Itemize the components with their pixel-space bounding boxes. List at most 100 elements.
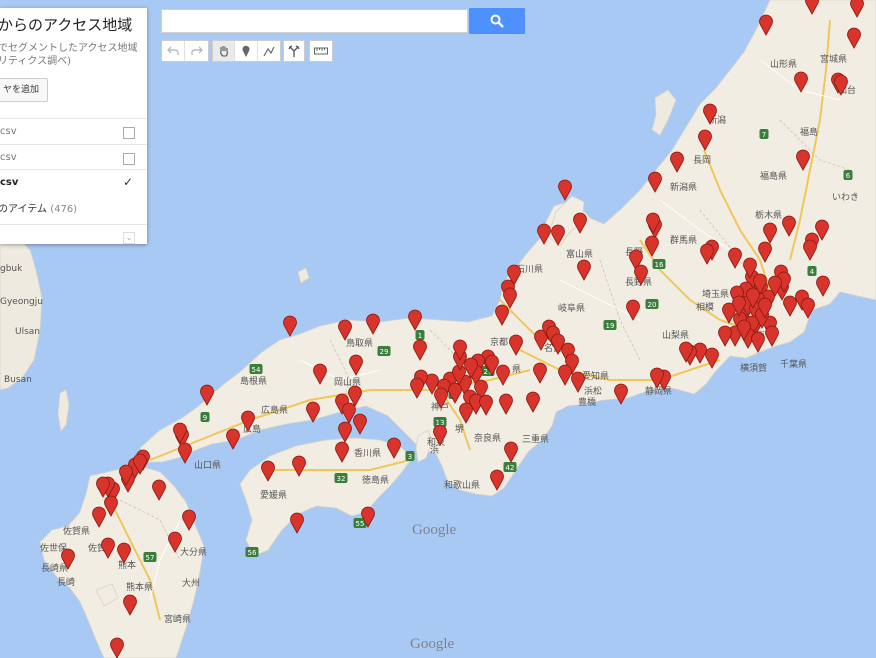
route-shield: 4 bbox=[807, 266, 817, 276]
svg-text:56: 56 bbox=[248, 549, 257, 557]
place-label: 千葉県 bbox=[780, 358, 807, 370]
place-label: 横須賀 bbox=[740, 362, 767, 374]
google-watermark: Google bbox=[410, 636, 455, 652]
search-button[interactable] bbox=[469, 8, 525, 34]
place-label: 香川県 bbox=[354, 448, 381, 459]
route-shield: 19 bbox=[603, 320, 617, 330]
layer-items-link[interactable]: のアイテム (476) bbox=[0, 200, 77, 215]
measure-button[interactable] bbox=[310, 41, 332, 61]
svg-text:29: 29 bbox=[380, 348, 389, 356]
layer-checkbox-3[interactable]: ✓ bbox=[123, 176, 133, 188]
layer-checkbox-1[interactable] bbox=[123, 127, 135, 139]
place-label: 新潟県 bbox=[670, 181, 697, 193]
place-label: 大州 bbox=[182, 577, 200, 589]
route-shield: 42 bbox=[503, 462, 517, 472]
ruler-icon bbox=[314, 47, 328, 55]
divider bbox=[0, 224, 147, 225]
map-description[interactable]: でセグメントしたアクセス地域 リティクス調べ) bbox=[0, 42, 138, 68]
route-shield: 56 bbox=[245, 547, 259, 557]
undo-icon bbox=[167, 46, 179, 55]
svg-text:20: 20 bbox=[648, 301, 657, 309]
route-shield: 1 bbox=[415, 330, 425, 340]
svg-text:3: 3 bbox=[408, 453, 412, 461]
add-layer-button[interactable]: ヤを追加 bbox=[0, 78, 49, 102]
map-title[interactable]: からのアクセス地域 bbox=[0, 14, 132, 35]
layer-name-3[interactable]: csv bbox=[0, 177, 18, 188]
place-label: 広島県 bbox=[261, 404, 288, 416]
place-label: 浜 bbox=[430, 445, 439, 456]
place-label: 相模 bbox=[696, 301, 714, 313]
place-label: いわき bbox=[832, 192, 859, 203]
place-label: 浜松 bbox=[584, 385, 602, 397]
add-marker-button[interactable] bbox=[235, 41, 258, 61]
svg-text:6: 6 bbox=[846, 172, 851, 180]
place-label: Busan bbox=[4, 375, 32, 385]
place-label: 埼玉県 bbox=[702, 288, 729, 300]
route-shield: 20 bbox=[645, 299, 659, 309]
hand-icon bbox=[219, 46, 228, 57]
drawing-tools-group bbox=[212, 40, 281, 62]
route-shield: 32 bbox=[334, 473, 348, 483]
place-label: 豊橋 bbox=[578, 396, 596, 408]
search-box bbox=[161, 9, 468, 33]
place-label: 宮崎県 bbox=[164, 613, 191, 625]
place-label: 愛知県 bbox=[582, 370, 609, 382]
directions-group bbox=[283, 40, 305, 62]
svg-text:19: 19 bbox=[606, 322, 615, 330]
place-label: 佐賀県 bbox=[63, 525, 90, 537]
redo-button[interactable] bbox=[185, 41, 208, 61]
divider bbox=[0, 118, 147, 119]
place-label: 堺 bbox=[455, 423, 464, 435]
svg-text:32: 32 bbox=[337, 475, 346, 483]
items-label: のアイテム bbox=[0, 204, 47, 215]
add-directions-button[interactable] bbox=[284, 41, 304, 61]
place-label: 群馬県 bbox=[670, 234, 697, 246]
search-input[interactable] bbox=[162, 10, 467, 32]
layer-name-1[interactable]: csv bbox=[0, 126, 17, 137]
layers-panel: からのアクセス地域 でセグメントしたアクセス地域 リティクス調べ) ヤを追加 c… bbox=[0, 8, 147, 244]
place-label: 長崎 bbox=[57, 576, 75, 588]
place-label: gbuk bbox=[0, 264, 23, 274]
place-label: 島根県 bbox=[240, 375, 267, 387]
svg-text:4: 4 bbox=[810, 268, 815, 276]
svg-text:16: 16 bbox=[655, 261, 664, 269]
marker-icon bbox=[242, 45, 250, 57]
draw-line-button[interactable] bbox=[258, 41, 280, 61]
route-shield: 6 bbox=[843, 170, 853, 180]
route-shield: 16 bbox=[652, 259, 666, 269]
place-label: 福島 bbox=[800, 126, 818, 138]
measure-group bbox=[309, 40, 333, 62]
place-label: 福島県 bbox=[760, 170, 787, 182]
place-label: Gyeongju bbox=[0, 297, 43, 307]
layer-checkbox-2[interactable] bbox=[123, 153, 135, 165]
place-label: 栃木県 bbox=[755, 209, 782, 221]
place-label: 徳島県 bbox=[362, 474, 389, 486]
pan-tool-button[interactable] bbox=[213, 41, 236, 61]
route-shield: 7 bbox=[759, 129, 769, 139]
chevron-down-icon[interactable]: ⌄ bbox=[123, 232, 135, 244]
route-shield: 9 bbox=[200, 412, 210, 422]
place-label: 和歌山県 bbox=[444, 479, 480, 491]
place-label: 三重県 bbox=[522, 433, 549, 445]
place-label: 県 bbox=[512, 364, 521, 375]
undo-button[interactable] bbox=[162, 41, 186, 61]
description-line-2: リティクス調べ) bbox=[0, 56, 72, 67]
place-label: 山梨県 bbox=[662, 329, 689, 341]
svg-text:1: 1 bbox=[418, 332, 422, 340]
place-label: 愛媛県 bbox=[260, 489, 287, 501]
place-label: 岐阜県 bbox=[558, 302, 585, 314]
search-icon bbox=[490, 14, 504, 28]
place-label: 長崎県 bbox=[41, 562, 68, 574]
items-count: (476) bbox=[50, 204, 78, 215]
svg-text:9: 9 bbox=[203, 414, 207, 422]
divider bbox=[0, 144, 147, 145]
place-label: 静岡県 bbox=[645, 385, 672, 397]
place-label: 山口県 bbox=[194, 460, 221, 471]
svg-text:55: 55 bbox=[356, 520, 365, 528]
place-label: 熊本県 bbox=[126, 581, 153, 593]
layer-name-2[interactable]: csv bbox=[0, 152, 17, 163]
place-label: 長岡 bbox=[693, 155, 711, 166]
place-label: 熊本 bbox=[118, 559, 136, 571]
place-label: 京都 bbox=[490, 336, 508, 348]
route-icon bbox=[288, 45, 300, 57]
